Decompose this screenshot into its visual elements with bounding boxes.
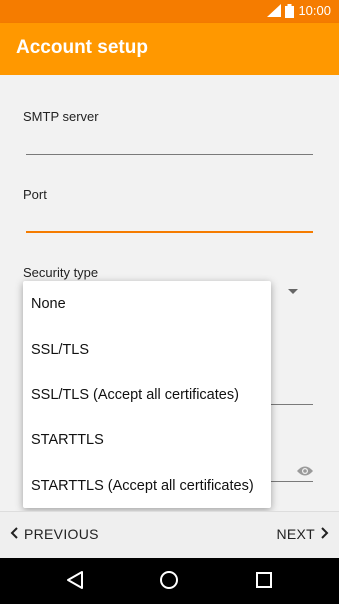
- dropdown-arrow-icon[interactable]: [288, 289, 298, 294]
- bottom-bar: PREVIOUS NEXT: [0, 511, 339, 558]
- port-label: Port: [23, 187, 47, 202]
- app-bar: Account setup: [0, 23, 339, 75]
- status-bar: 10:00: [0, 0, 339, 23]
- port-field[interactable]: [26, 231, 313, 233]
- next-button[interactable]: NEXT: [276, 526, 329, 542]
- next-label: NEXT: [276, 526, 315, 542]
- smtp-server-field[interactable]: [26, 154, 313, 155]
- menu-item-ssl-tls[interactable]: SSL/TLS: [23, 327, 271, 372]
- page-title: Account setup: [16, 37, 148, 58]
- menu-item-starttls[interactable]: STARTTLS: [23, 417, 271, 462]
- status-time: 10:00: [298, 3, 331, 18]
- menu-item-ssl-tls-accept-all[interactable]: SSL/TLS (Accept all certificates): [23, 372, 271, 417]
- eye-icon[interactable]: [296, 464, 314, 482]
- recents-icon[interactable]: [255, 570, 273, 595]
- chevron-right-icon: [321, 526, 329, 542]
- chevron-left-icon: [10, 526, 18, 542]
- menu-item-starttls-accept-all[interactable]: STARTTLS (Accept all certificates): [23, 463, 271, 508]
- home-icon[interactable]: [159, 570, 179, 595]
- smtp-server-label: SMTP server: [23, 109, 99, 124]
- back-icon[interactable]: [66, 570, 84, 595]
- security-type-label: Security type: [23, 265, 99, 280]
- previous-label: PREVIOUS: [24, 526, 99, 542]
- menu-item-none[interactable]: None: [23, 281, 271, 326]
- battery-icon: [285, 3, 295, 18]
- signal-icon: [267, 4, 282, 17]
- security-type-menu: None SSL/TLS SSL/TLS (Accept all certifi…: [23, 281, 271, 508]
- previous-button[interactable]: PREVIOUS: [10, 526, 99, 542]
- system-nav-bar: [0, 558, 339, 604]
- status-icons: 10:00: [267, 3, 331, 18]
